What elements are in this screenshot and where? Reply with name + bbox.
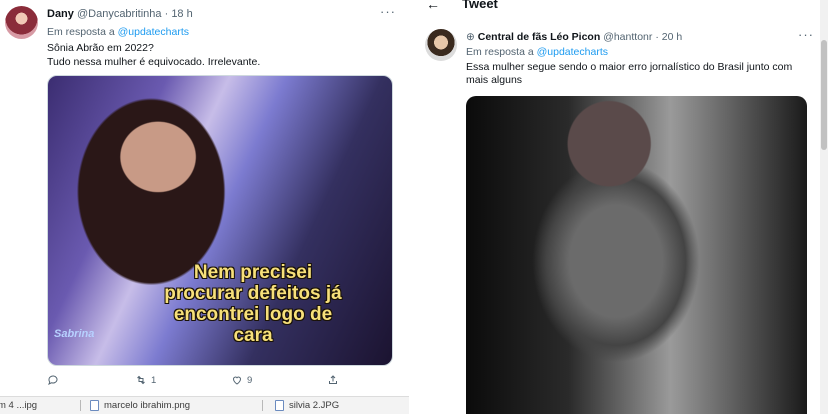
- tweet-media-image[interactable]: Nem precisei procurar defeitos já encont…: [47, 75, 393, 366]
- retweet-count: 1: [151, 374, 157, 386]
- divider: [80, 400, 81, 411]
- file-icon: [275, 400, 284, 411]
- share-icon: [329, 375, 337, 384]
- file-name: silvia 2.JPG: [289, 400, 340, 411]
- tweet-time[interactable]: 20 h: [662, 31, 682, 43]
- tweet-text-line: Sônia Abrão em 2022?: [47, 42, 154, 54]
- reply-mention-link[interactable]: @updatecharts: [537, 46, 608, 58]
- like-button[interactable]: 9: [231, 374, 252, 386]
- reply-mention-link[interactable]: @updatecharts: [118, 26, 189, 38]
- tweet-header: ⊕ Central de fãs Léo Picon @hanttonr · 2…: [466, 31, 682, 43]
- reply-context: Em resposta a @updatecharts: [47, 26, 189, 38]
- verified-icon: ⊕: [466, 31, 475, 43]
- divider: [262, 400, 263, 411]
- reply-button[interactable]: [47, 374, 63, 386]
- tweet-header: Dany @Danycabritinha · 18 h: [47, 8, 193, 20]
- right-tweet-panel: ← Tweet ⊕ Central de fãs Léo Picon @hant…: [418, 0, 828, 414]
- reply-prefix: Em resposta a: [466, 46, 534, 58]
- scrollbar-thumb[interactable]: [821, 40, 827, 150]
- like-count: 9: [247, 374, 253, 386]
- scrollbar[interactable]: [820, 0, 828, 414]
- avatar[interactable]: [425, 29, 457, 61]
- author-name[interactable]: Central de fãs Léo Picon: [478, 31, 601, 43]
- arrow-left-icon[interactable]: ←: [426, 0, 440, 12]
- header-separator: ·: [655, 31, 659, 43]
- tweet-media-image[interactable]: [466, 96, 807, 414]
- tv-logo: Sabrina: [54, 328, 95, 340]
- tweet-text-line: Tudo nessa mulher é equivocado. Irreleva…: [47, 56, 261, 68]
- file-icon: [90, 400, 99, 411]
- divider: [409, 0, 418, 414]
- tweet-time[interactable]: 18 h: [171, 8, 192, 20]
- author-handle[interactable]: @Danycabritinha: [77, 8, 162, 20]
- page-title: Tweet: [462, 0, 498, 11]
- left-tweet-panel: Dany @Danycabritinha · 18 h ··· Em respo…: [0, 0, 409, 414]
- download-item[interactable]: silvia 2.JPG: [275, 400, 339, 411]
- tweet-text: Sônia Abrão em 2022? Tudo nessa mulher é…: [47, 41, 260, 69]
- author-name[interactable]: Dany: [47, 8, 74, 20]
- header-separator: ·: [164, 8, 169, 20]
- download-item[interactable]: marcelo ibrahim.png: [90, 400, 190, 411]
- meme-caption-line: procurar defeitos já: [164, 283, 342, 304]
- meme-caption-line: encontrei logo de: [173, 304, 333, 325]
- author-handle[interactable]: @hanttonr: [603, 31, 652, 43]
- tweet-text: Essa mulher segue sendo o maior erro jor…: [466, 61, 793, 86]
- heart-icon: [232, 376, 242, 385]
- more-options-icon[interactable]: ···: [798, 27, 814, 42]
- retweet-button[interactable]: 1: [135, 374, 156, 386]
- share-button[interactable]: [327, 374, 339, 386]
- retweet-icon: [137, 375, 145, 385]
- file-name: marcelo ibrahim.png: [104, 400, 191, 411]
- downloads-bar: m 4 ...ipg marcelo ibrahim.png silvia 2.…: [0, 396, 409, 414]
- more-options-icon[interactable]: ···: [380, 4, 396, 19]
- file-name: m 4 ...ipg: [0, 400, 38, 411]
- avatar[interactable]: [5, 6, 38, 39]
- meme-caption-line: cara: [233, 325, 273, 346]
- reply-context: Em resposta a @updatecharts: [466, 46, 608, 58]
- meme-caption-line: Nem precisei: [193, 262, 313, 283]
- reply-icon: [48, 375, 58, 386]
- download-item[interactable]: m 4 ...ipg: [0, 400, 37, 411]
- tweet-actions: 1 9: [47, 374, 347, 390]
- meme-caption: Nem precisei procurar defeitos já encont…: [138, 262, 368, 346]
- reply-prefix: Em resposta a: [47, 26, 115, 38]
